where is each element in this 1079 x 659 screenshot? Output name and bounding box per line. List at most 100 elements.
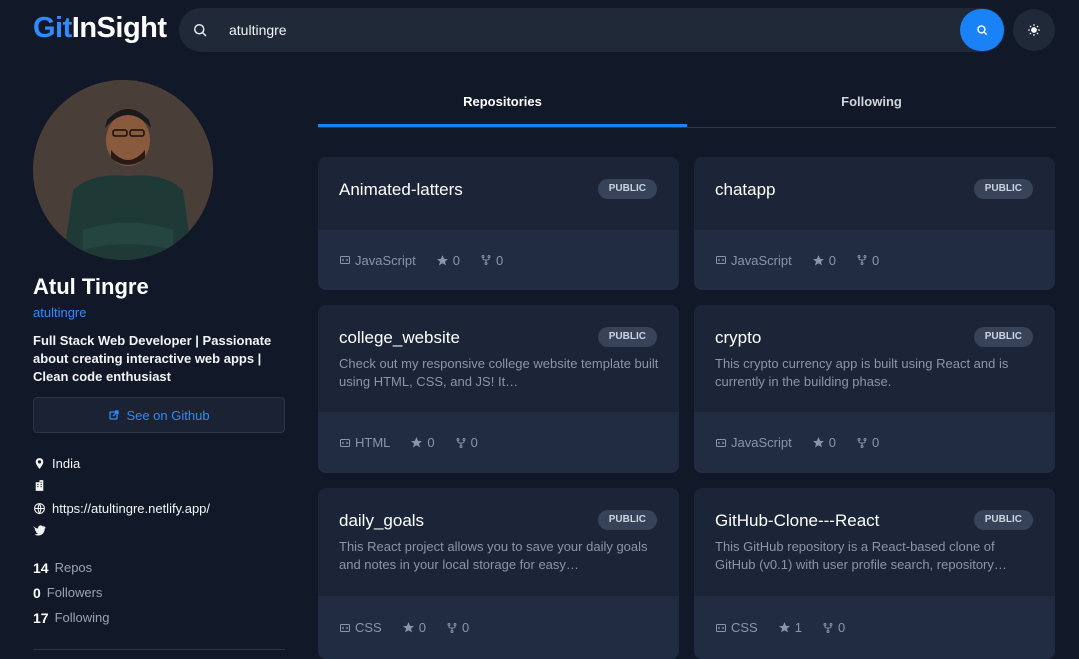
repo-description: This React project allows you to save yo… — [339, 539, 648, 572]
profile-bio: Full Stack Web Developer | Passionate ab… — [33, 333, 272, 384]
repo-language: JavaScript — [715, 435, 792, 450]
language-text: CSS — [355, 620, 382, 635]
star-icon — [812, 437, 824, 448]
stars-count: 0 — [427, 435, 435, 450]
code-icon — [716, 256, 726, 264]
repo-card[interactable]: Animated-latters PUBLIC JavaScript 0 0 — [318, 157, 679, 290]
app-logo[interactable]: GitInSight — [33, 12, 167, 45]
profile-location: India — [33, 456, 80, 471]
repo-language: JavaScript — [339, 253, 416, 268]
repo-stars: 1 — [778, 620, 802, 635]
search-input[interactable] — [229, 8, 929, 52]
search-icon — [194, 24, 207, 37]
stat-repos: 14 Repos — [33, 560, 92, 576]
repo-forks: 0 — [446, 620, 469, 635]
stat-following-count: 17 — [33, 610, 49, 626]
repo-stars: 0 — [812, 435, 836, 450]
code-icon — [340, 256, 350, 264]
repo-stars: 0 — [812, 253, 836, 268]
building-icon — [35, 480, 44, 491]
fork-icon — [823, 622, 833, 633]
visibility-badge: PUBLIC — [597, 179, 657, 199]
repo-stars: 0 — [402, 620, 426, 635]
forks-count: 0 — [871, 252, 880, 268]
avatar-image — [33, 80, 213, 260]
repo-name[interactable]: chatapp — [715, 180, 776, 200]
code-icon — [340, 623, 350, 632]
fork-icon — [857, 255, 867, 265]
repo-description: This GitHub repository is a React-based … — [715, 539, 1007, 572]
language-text: CSS — [731, 620, 758, 635]
stat-followers: 0 Followers — [33, 585, 102, 601]
star-icon — [436, 254, 448, 265]
language-text: JavaScript — [731, 252, 792, 268]
logo-git: Git — [33, 12, 72, 44]
repo-card[interactable]: college_website PUBLIC Check out my resp… — [318, 305, 679, 473]
code-icon — [340, 438, 350, 447]
profile-name: Atul Tingre — [33, 274, 149, 299]
globe-icon — [34, 503, 45, 515]
repo-footer: JavaScript 0 0 — [318, 230, 679, 290]
stat-followers-label: Followers — [46, 585, 103, 600]
language-text: JavaScript — [355, 252, 416, 268]
profile-website[interactable]: https://atultingre.netlify.app/ — [33, 501, 210, 516]
stars-count: 0 — [828, 252, 836, 268]
repo-forks: 0 — [856, 253, 879, 268]
see-on-github-button[interactable]: See on Github — [33, 397, 285, 433]
stars-count: 0 — [828, 435, 836, 450]
repo-forks: 0 — [822, 620, 845, 635]
forks-count: 0 — [461, 620, 470, 635]
profile-twitter[interactable] — [33, 524, 52, 537]
repo-name[interactable]: daily_goals — [339, 511, 424, 531]
sun-icon — [1028, 24, 1040, 36]
tab-active-indicator — [318, 124, 687, 127]
repo-card[interactable]: crypto PUBLIC This crypto currency app i… — [694, 305, 1055, 473]
star-icon — [812, 254, 824, 265]
search-icon — [977, 25, 988, 36]
repo-language: CSS — [715, 620, 758, 635]
repo-card[interactable]: chatapp PUBLIC JavaScript 0 0 — [694, 157, 1055, 290]
repo-name[interactable]: college_website — [339, 328, 460, 348]
code-icon — [716, 623, 726, 632]
visibility-badge: PUBLIC — [973, 510, 1033, 530]
forks-count: 0 — [470, 435, 478, 450]
repo-footer: JavaScript 0 0 — [694, 230, 1055, 290]
repo-language: CSS — [339, 620, 382, 635]
repo-stars: 0 — [410, 435, 435, 450]
theme-toggle-button[interactable] — [1013, 9, 1055, 51]
tab-repositories[interactable]: Repositories — [318, 94, 687, 109]
repo-footer: CSS 1 0 — [694, 596, 1055, 659]
repo-name[interactable]: Animated-latters — [339, 180, 463, 200]
repo-name[interactable]: GitHub-Clone---React — [715, 511, 879, 531]
tab-following[interactable]: Following — [687, 94, 1056, 109]
repo-card[interactable]: GitHub-Clone---React PUBLIC This GitHub … — [694, 488, 1055, 659]
language-text: HTML — [355, 435, 391, 450]
fork-icon — [481, 255, 491, 265]
language-text: JavaScript — [731, 435, 792, 450]
stars-count: 0 — [418, 620, 426, 635]
logo-insight: InSight — [71, 12, 167, 44]
fork-icon — [447, 622, 457, 633]
profile-username[interactable]: atultingre — [33, 305, 86, 320]
visibility-badge: PUBLIC — [973, 327, 1033, 347]
repo-forks: 0 — [856, 435, 879, 450]
repo-description: Check out my responsive college website … — [339, 356, 659, 389]
search-button[interactable] — [960, 9, 1004, 51]
star-icon — [411, 437, 423, 448]
profile-company — [33, 479, 52, 492]
repo-language: JavaScript — [715, 253, 792, 268]
sidebar-divider — [33, 649, 285, 650]
stars-count: 0 — [452, 252, 460, 268]
repo-card[interactable]: daily_goals PUBLIC This React project al… — [318, 488, 679, 659]
repo-stars: 0 — [436, 253, 460, 268]
website-link[interactable]: https://atultingre.netlify.app/ — [52, 501, 210, 516]
stat-repos-label: Repos — [54, 560, 93, 575]
repo-forks: 0 — [455, 435, 478, 450]
repo-name[interactable]: crypto — [715, 328, 761, 348]
stat-followers-count: 0 — [33, 585, 41, 601]
twitter-icon — [33, 525, 46, 536]
forks-count: 0 — [837, 620, 846, 635]
stat-following-label: Following — [54, 610, 110, 625]
visibility-badge: PUBLIC — [973, 179, 1033, 199]
star-icon — [778, 622, 790, 633]
